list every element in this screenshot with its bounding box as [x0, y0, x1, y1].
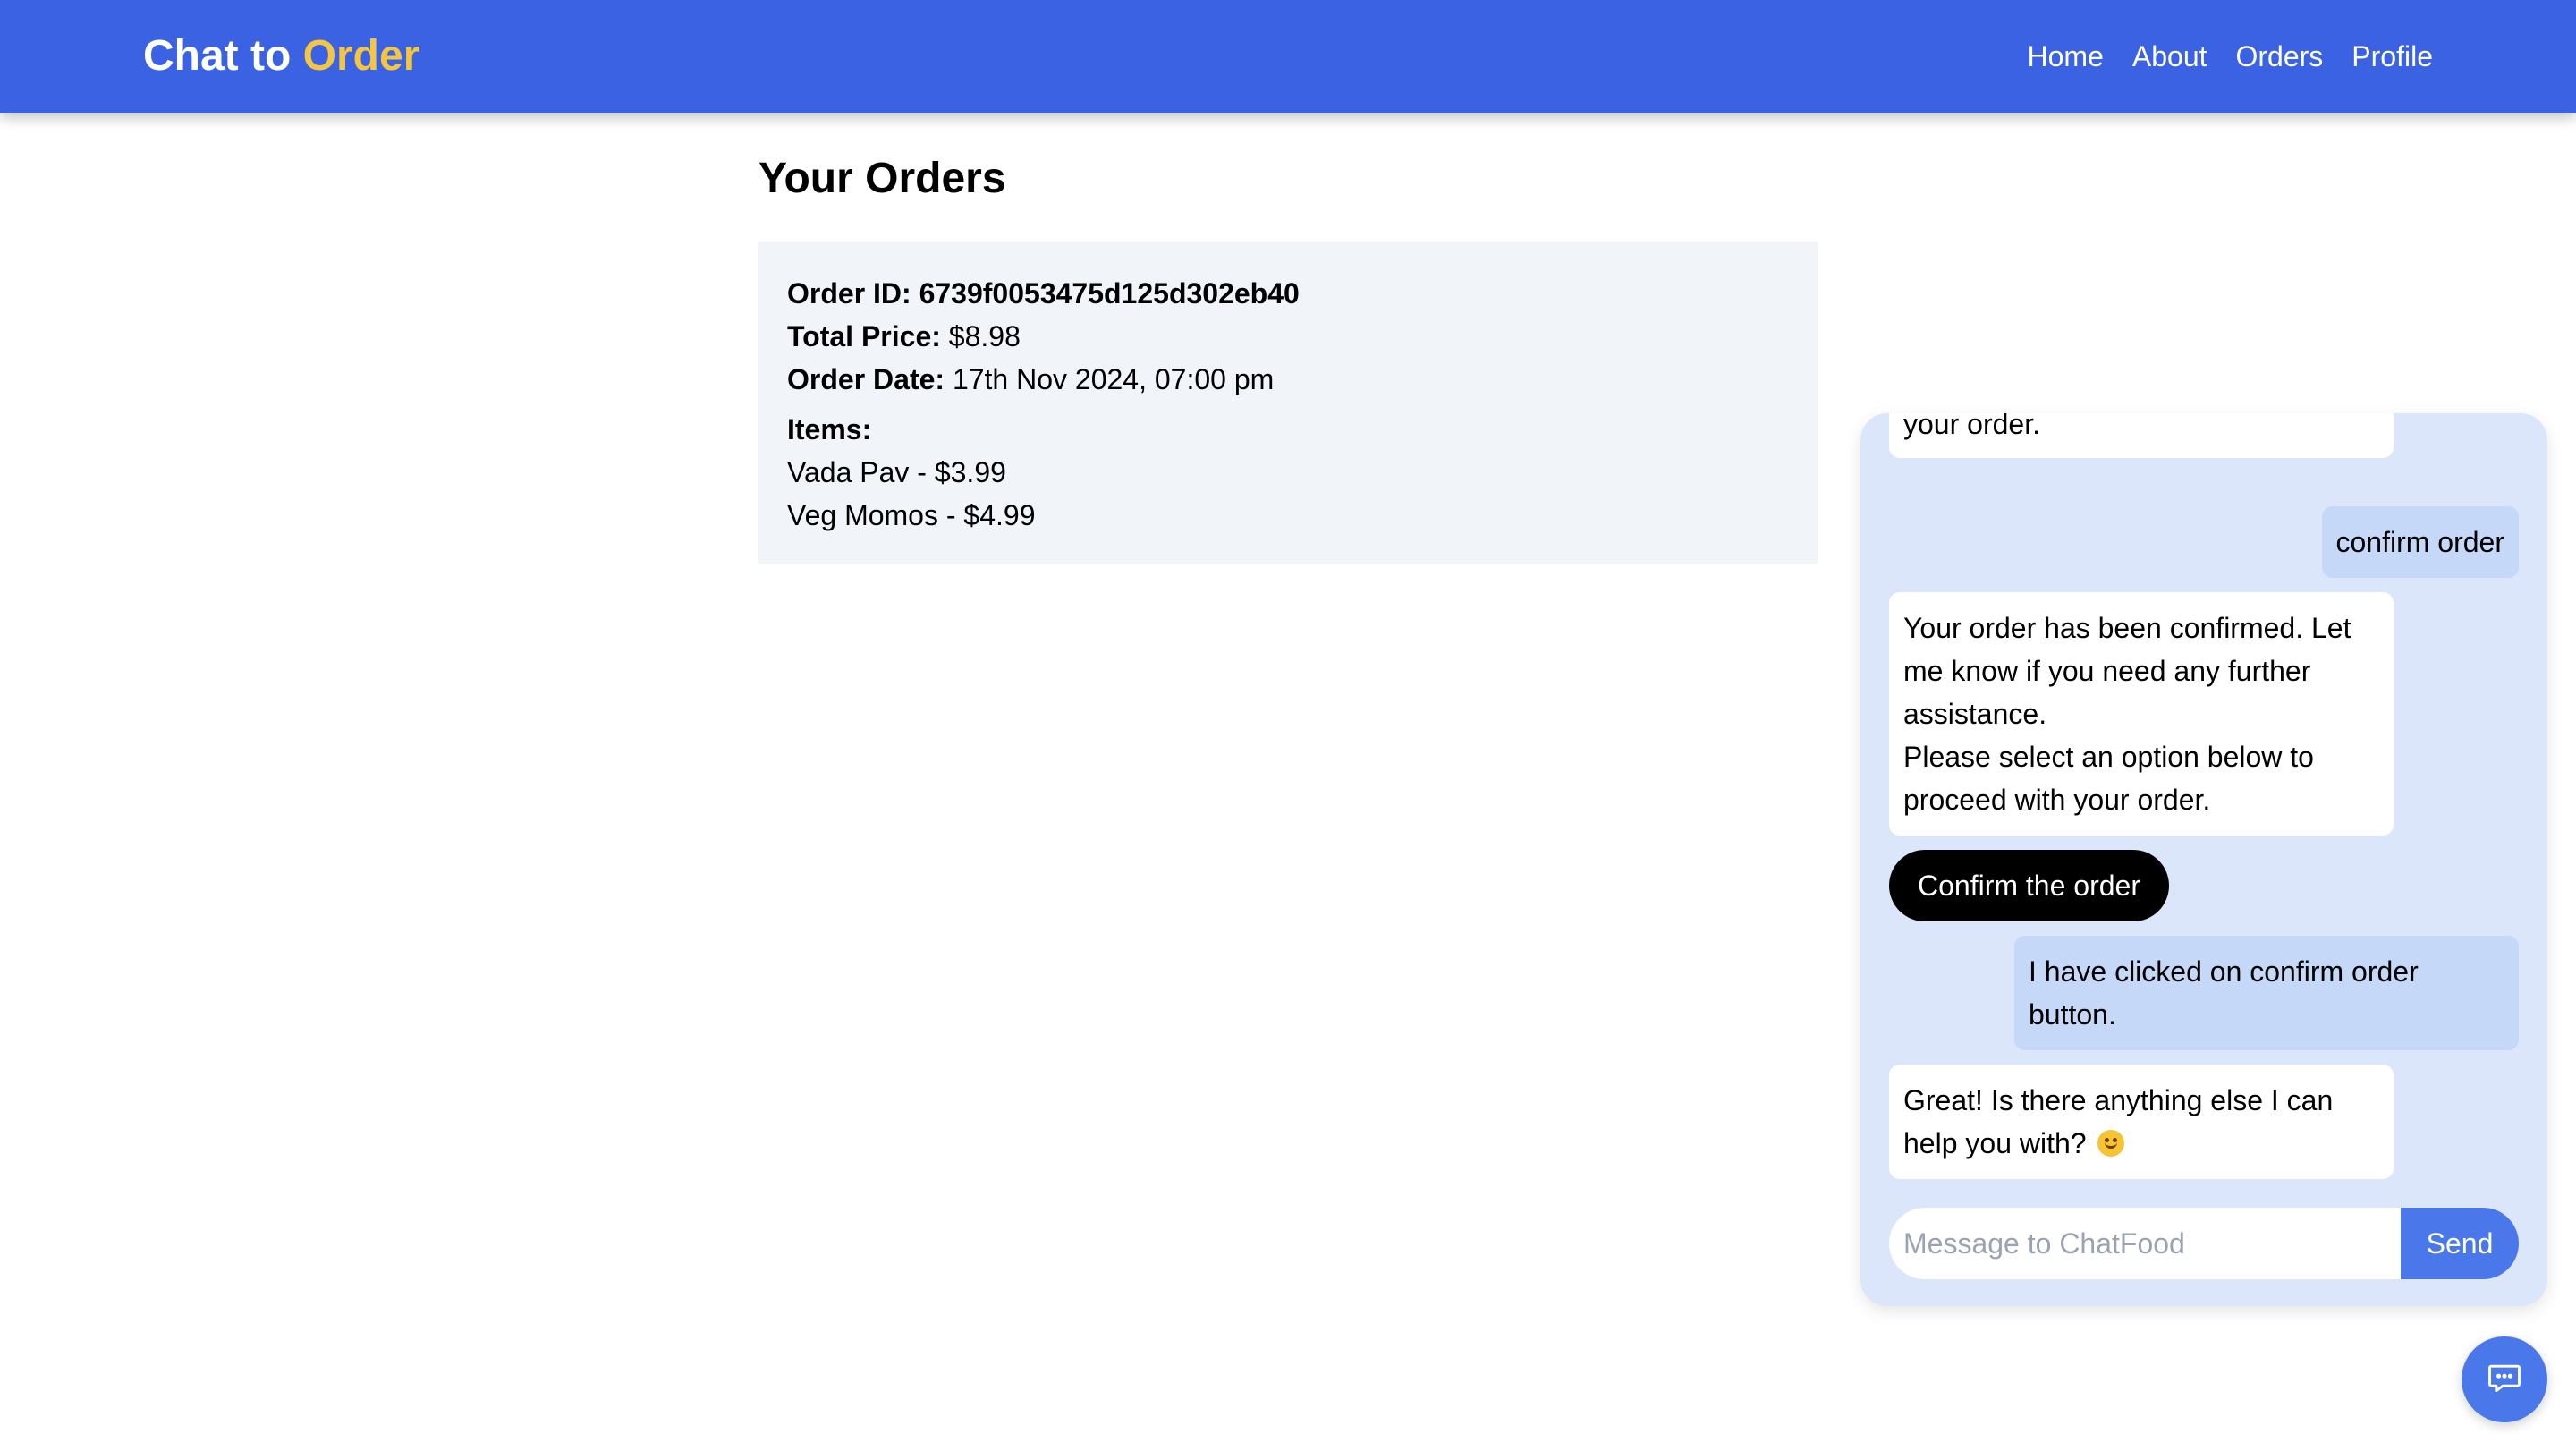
- order-id-label: Order ID:: [787, 277, 911, 310]
- bot-message: Great! Is there anything else I can help…: [1889, 1065, 2394, 1179]
- order-total-row: Total Price: $8.98: [787, 315, 1789, 358]
- order-id-value: 6739f0053475d125d302eb40: [919, 277, 1300, 310]
- order-items-label: Items:: [787, 413, 872, 445]
- order-total-value: $8.98: [948, 320, 1021, 352]
- chat-bubble-icon: [2485, 1358, 2524, 1402]
- chat-messages[interactable]: your order. confirm order Your order has…: [1860, 413, 2547, 1192]
- user-message: I have clicked on confirm order button.: [2014, 936, 2519, 1050]
- page-title: Your Orders: [758, 155, 1006, 202]
- smiling-face-emoji-icon: [2097, 1130, 2125, 1157]
- order-item: Vada Pav - $3.99: [787, 456, 1006, 488]
- nav-home-link[interactable]: Home: [2028, 40, 2104, 73]
- order-card: Order ID: 6739f0053475d125d302eb40 Total…: [758, 242, 1818, 564]
- bot-message: Your order has been confirmed. Let me kn…: [1889, 592, 2394, 836]
- order-item: Veg Momos - $4.99: [787, 499, 1036, 531]
- bot-message-text: Your order has been confirmed. Let me kn…: [1903, 612, 2351, 730]
- order-total-label: Total Price:: [787, 320, 941, 352]
- nav-profile-link[interactable]: Profile: [2351, 40, 2433, 73]
- nav-orders-link[interactable]: Orders: [2236, 40, 2324, 73]
- bot-message-text: Please select an option below to proceed…: [1903, 741, 2314, 816]
- chat-input-row: Send: [1889, 1208, 2519, 1279]
- order-date-value: 17th Nov 2024, 07:00 pm: [952, 363, 1275, 395]
- brand-text-chat-to: Chat to: [143, 32, 292, 80]
- order-date-row: Order Date: 17th Nov 2024, 07:00 pm: [787, 358, 1789, 401]
- order-id-row: Order ID: 6739f0053475d125d302eb40: [787, 272, 1789, 315]
- bot-message-text: your order.: [1903, 413, 2040, 440]
- chat-message-input[interactable]: [1889, 1208, 2401, 1279]
- bot-message: your order.: [1889, 413, 2394, 458]
- navbar: Chat to Order Home About Orders Profile: [0, 0, 2576, 113]
- chat-toggle-button[interactable]: [2462, 1336, 2547, 1422]
- order-date-label: Order Date:: [787, 363, 945, 395]
- user-message-text: confirm order: [2335, 526, 2505, 558]
- nav-links: Home About Orders Profile: [2028, 0, 2433, 113]
- send-button[interactable]: Send: [2401, 1208, 2519, 1279]
- chat-panel: your order. confirm order Your order has…: [1860, 413, 2547, 1306]
- brand-logo[interactable]: Chat to Order: [143, 0, 419, 113]
- user-message: confirm order: [2321, 506, 2519, 578]
- brand-text-order: Order: [302, 32, 420, 80]
- nav-about-link[interactable]: About: [2132, 40, 2207, 73]
- confirm-order-option-button[interactable]: Confirm the order: [1889, 850, 2169, 921]
- user-message-text: I have clicked on confirm order button.: [2029, 955, 2419, 1031]
